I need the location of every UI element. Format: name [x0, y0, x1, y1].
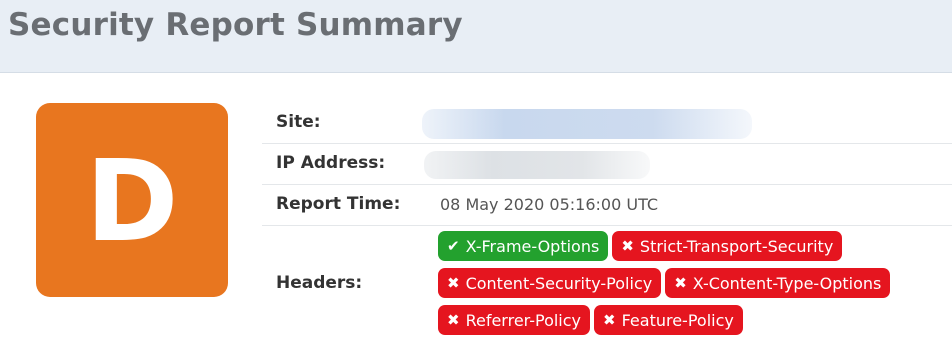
header-badge-feature-policy: ✖ Feature-Policy [594, 305, 743, 335]
site-label: Site: [276, 112, 321, 132]
header-badge-x-content-type-options: ✖ X-Content-Type-Options [665, 268, 891, 298]
site-value-redacted [422, 109, 752, 139]
header-badge-label: Content-Security-Policy [465, 273, 653, 293]
x-icon: ✖ [674, 274, 687, 292]
ip-address-label: IP Address: [276, 153, 386, 173]
x-icon: ✖ [621, 237, 634, 255]
header-badge-label: Referrer-Policy [465, 310, 582, 330]
ip-address-row: IP Address: [262, 143, 952, 185]
ip-address-value-redacted [424, 151, 650, 179]
header-badge-strict-transport-security: ✖ Strict-Transport-Security [612, 231, 843, 261]
header-badge-label: Strict-Transport-Security [639, 236, 834, 256]
badge-row: ✖ Content-Security-Policy ✖ X-Content-Ty… [438, 268, 952, 305]
report-time-row: Report Time: 08 May 2020 05:16:00 UTC [262, 184, 952, 226]
headers-row: Headers: ✔ X-Frame-Options ✖ Strict-Tran… [262, 225, 952, 337]
header-badge-x-frame-options: ✔ X-Frame-Options [438, 231, 609, 261]
grade-badge: D [36, 103, 228, 297]
report-time-value: 08 May 2020 05:16:00 UTC [440, 195, 659, 214]
header-badges: ✔ X-Frame-Options ✖ Strict-Transport-Sec… [438, 231, 952, 342]
header-badge-label: X-Content-Type-Options [692, 273, 882, 293]
header-badge-label: X-Frame-Options [465, 236, 600, 256]
x-icon: ✖ [447, 311, 460, 329]
header-badge-referrer-policy: ✖ Referrer-Policy [438, 305, 591, 335]
header-badge-label: Feature-Policy [621, 310, 734, 330]
badge-row: ✔ X-Frame-Options ✖ Strict-Transport-Sec… [438, 231, 952, 268]
report-time-label: Report Time: [276, 194, 401, 214]
grade-letter: D [85, 137, 179, 267]
header-badge-content-security-policy: ✖ Content-Security-Policy [438, 268, 662, 298]
header-bar: Security Report Summary [0, 0, 952, 73]
site-row: Site: [262, 101, 952, 144]
headers-label: Headers: [276, 273, 363, 293]
x-icon: ✖ [603, 311, 616, 329]
checkmark-icon: ✔ [447, 237, 460, 255]
badge-row: ✖ Referrer-Policy ✖ Feature-Policy [438, 305, 952, 342]
x-icon: ✖ [447, 274, 460, 292]
page-title: Security Report Summary [8, 7, 463, 43]
